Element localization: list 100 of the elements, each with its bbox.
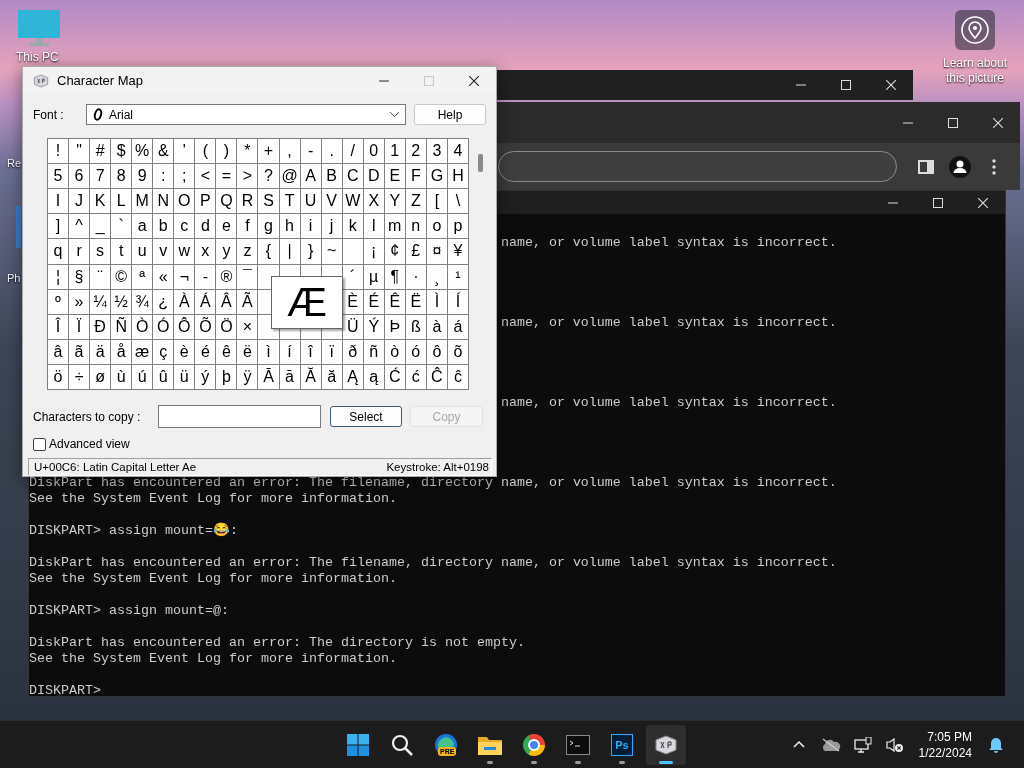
character-cell[interactable]: å [111, 339, 133, 365]
character-cell[interactable]: 6 [69, 164, 91, 190]
character-cell[interactable]: E [384, 164, 406, 190]
character-cell[interactable]: Ö [216, 314, 238, 340]
character-cell[interactable]: % [132, 139, 154, 165]
character-cell[interactable]: X [363, 189, 385, 215]
taskbar-button[interactable] [646, 724, 686, 765]
character-cell[interactable]: # [90, 139, 112, 165]
character-cell[interactable]: 4 [447, 139, 469, 165]
character-cell[interactable]: ¢ [384, 239, 406, 265]
character-cell[interactable]: = [216, 164, 238, 190]
character-cell[interactable]: 3 [426, 139, 448, 165]
character-cell[interactable]: j [321, 214, 343, 240]
character-cell[interactable]: ! [48, 139, 70, 165]
select-button[interactable]: Select [330, 406, 402, 427]
desktop-icon-label[interactable]: Ph [7, 272, 21, 284]
character-cell[interactable]: - [195, 264, 217, 290]
character-cell[interactable]: x [195, 239, 217, 265]
character-cell[interactable]: 2 [405, 139, 427, 165]
character-cell[interactable]: H [447, 164, 469, 190]
character-cell[interactable]: 1 [384, 139, 406, 165]
character-cell[interactable]: Â [216, 289, 238, 315]
character-cell[interactable]: q [48, 239, 70, 265]
character-cell[interactable]: » [69, 289, 91, 315]
character-cell[interactable]: S [258, 189, 280, 215]
character-cell[interactable]: t [111, 239, 133, 265]
character-cell[interactable]: è [174, 339, 196, 365]
character-cell[interactable]: b [153, 214, 175, 240]
character-cell[interactable]: < [195, 164, 217, 190]
character-cell[interactable]: w [174, 239, 196, 265]
character-cell[interactable]: é [195, 339, 217, 365]
character-cell[interactable]: ¥ [447, 239, 469, 265]
character-cell[interactable]: p [447, 214, 469, 240]
character-cell[interactable]: P [195, 189, 217, 215]
character-cell[interactable]: ® [216, 264, 238, 290]
character-cell[interactable]: J [69, 189, 91, 215]
character-cell[interactable]: ã [69, 339, 91, 365]
character-cell[interactable]: Á [195, 289, 217, 315]
character-cell[interactable]: + [258, 139, 280, 165]
character-cell[interactable]: k [342, 214, 364, 240]
character-cell[interactable]: : [153, 164, 175, 190]
character-cell[interactable]: s [90, 239, 112, 265]
character-cell[interactable]: ú [132, 364, 154, 390]
character-cell[interactable]: « [153, 264, 175, 290]
desktop-icon-label[interactable]: Re [7, 157, 22, 169]
character-cell[interactable]: g [258, 214, 280, 240]
character-cell[interactable]: ' [174, 139, 196, 165]
character-cell[interactable]: O [174, 189, 196, 215]
character-cell[interactable]: | [279, 239, 301, 265]
characters-to-copy-field[interactable] [158, 405, 321, 428]
character-cell[interactable]: & [153, 139, 175, 165]
advanced-view-label[interactable]: Advanced view [49, 437, 130, 451]
character-cell[interactable]: ; [174, 164, 196, 190]
character-cell[interactable]: 9 [132, 164, 154, 190]
character-cell[interactable]: K [90, 189, 112, 215]
character-cell[interactable]: B [321, 164, 343, 190]
character-cell[interactable]: ¦ [48, 264, 70, 290]
character-cell[interactable]: û [153, 364, 175, 390]
character-cell[interactable]: v [153, 239, 175, 265]
character-cell[interactable]: N [153, 189, 175, 215]
character-cell[interactable]: \ [447, 189, 469, 215]
character-cell[interactable]: ü [174, 364, 196, 390]
character-cell[interactable]: ¿ [153, 289, 175, 315]
character-cell[interactable]: ¤ [426, 239, 448, 265]
character-cell[interactable]: . [321, 139, 343, 165]
character-cell[interactable]: r [69, 239, 91, 265]
character-cell[interactable]: V [321, 189, 343, 215]
character-cell[interactable]: u [132, 239, 154, 265]
character-cell[interactable]: a [132, 214, 154, 240]
character-cell[interactable]: 0 [363, 139, 385, 165]
character-cell[interactable]: C [342, 164, 364, 190]
clock[interactable]: 7:05 PM 1/22/2024 [912, 728, 978, 761]
character-cell[interactable]: ÷ [69, 364, 91, 390]
character-cell[interactable]: 8 [111, 164, 133, 190]
character-cell[interactable]: ¼ [90, 289, 112, 315]
character-cell[interactable]: @ [279, 164, 301, 190]
character-cell[interactable]: Ó [153, 314, 175, 340]
character-cell[interactable]: e [216, 214, 238, 240]
character-cell[interactable]: c [174, 214, 196, 240]
character-cell[interactable]: Q [216, 189, 238, 215]
address-bar[interactable] [498, 151, 897, 182]
character-cell[interactable]: Z [405, 189, 427, 215]
character-cell[interactable]: ] [48, 214, 70, 240]
character-cell[interactable]: Ā [258, 364, 280, 390]
character-cell[interactable]: ì [258, 339, 280, 365]
character-cell[interactable]: m [384, 214, 406, 240]
character-cell[interactable]: Y [384, 189, 406, 215]
character-cell[interactable]: 5 [48, 164, 70, 190]
character-cell[interactable]: $ [111, 139, 133, 165]
font-dropdown[interactable]: Arial [86, 104, 406, 126]
character-cell[interactable]: Ï [69, 314, 91, 340]
character-cell[interactable]: z [237, 239, 259, 265]
character-cell[interactable]: æ [132, 339, 154, 365]
character-cell[interactable]: - [300, 139, 322, 165]
character-cell[interactable]: n [405, 214, 427, 240]
character-cell[interactable]: ¯ [237, 264, 259, 290]
character-cell[interactable]: W [342, 189, 364, 215]
character-cell[interactable]: ª [132, 264, 154, 290]
character-cell[interactable]: Ò [132, 314, 154, 340]
character-cell[interactable]: A [300, 164, 322, 190]
